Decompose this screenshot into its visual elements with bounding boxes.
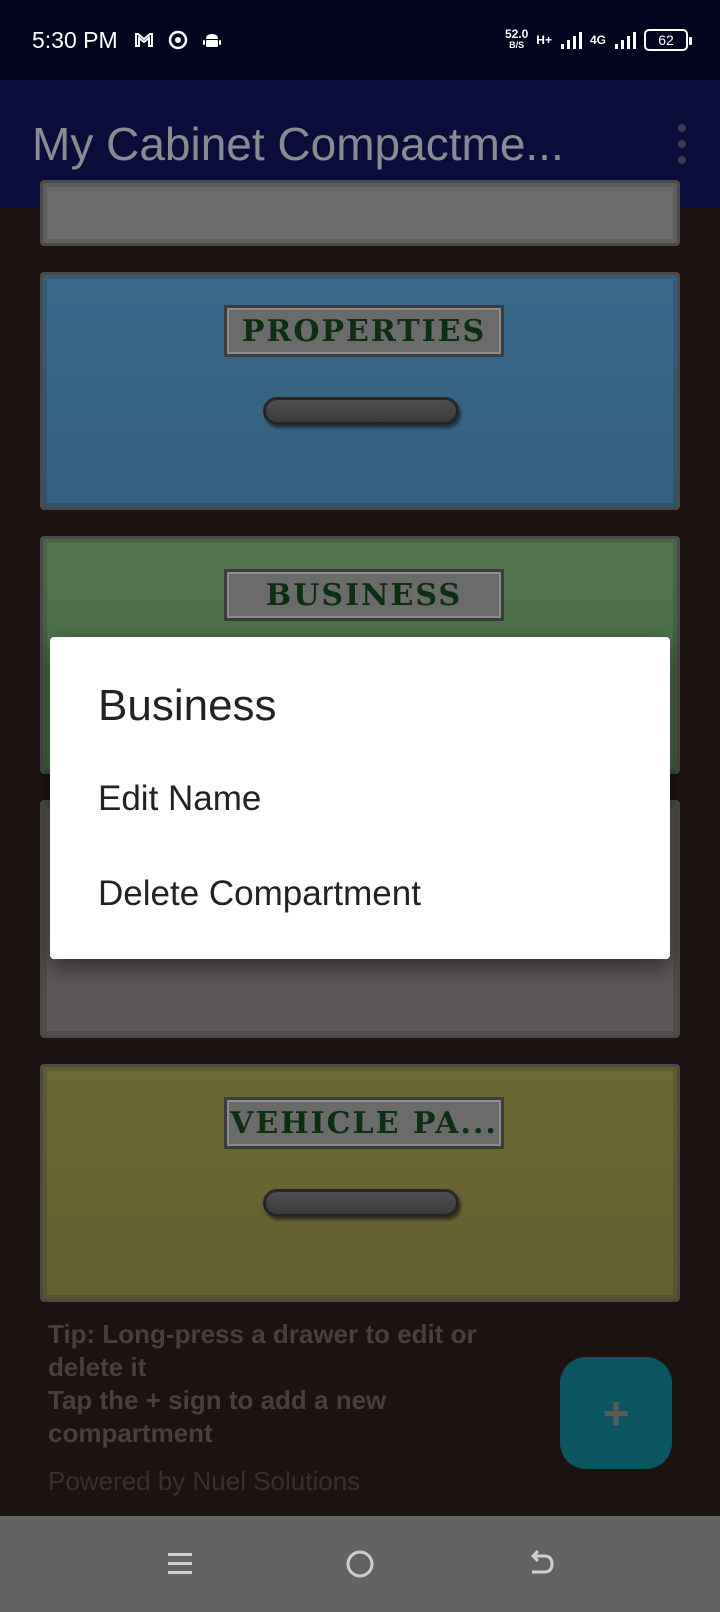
menu-icon[interactable] xyxy=(160,1544,200,1584)
tip-line-1: Tip: Long-press a drawer to edit or dele… xyxy=(48,1319,477,1382)
signal-icon xyxy=(615,32,636,49)
page-title: My Cabinet Compactme... xyxy=(32,118,564,170)
drawer-item[interactable]: PROPERTIES xyxy=(40,272,680,510)
drawer-handle xyxy=(263,1189,459,1217)
signal-icon xyxy=(560,32,582,49)
more-options-icon[interactable] xyxy=(674,124,690,164)
drawer-label: VEHICLE PA... xyxy=(224,1097,504,1149)
delete-compartment-option[interactable]: Delete Compartment xyxy=(98,874,421,914)
drawer-handle xyxy=(263,397,459,425)
battery-icon: 62 xyxy=(644,29,692,51)
android-icon xyxy=(202,34,221,47)
home-icon[interactable] xyxy=(340,1544,380,1584)
edit-name-option[interactable]: Edit Name xyxy=(98,779,261,819)
network-speed-value: 52.0 xyxy=(504,27,529,41)
compartment-options-dialog: Business Edit Name Delete Compartment xyxy=(50,637,670,959)
add-compartment-button[interactable]: + xyxy=(560,1357,672,1469)
chrome-icon xyxy=(168,30,187,50)
gmail-icon xyxy=(134,33,153,47)
status-time: 5:30 PM xyxy=(32,26,118,53)
drawer-label: PROPERTIES xyxy=(224,305,504,357)
dialog-title: Business xyxy=(98,681,277,730)
tip-line-2: Tap the + sign to add a new compartment xyxy=(48,1385,387,1448)
battery-level: 62 xyxy=(658,32,674,48)
signal-type-2: 4G xyxy=(589,33,606,47)
tip-text: Tip: Long-press a drawer to edit or dele… xyxy=(48,1318,508,1450)
drawer-item[interactable]: VEHICLE PA... xyxy=(40,1064,680,1302)
network-speed-unit: B/S xyxy=(509,40,525,50)
status-indicators: 52.0 B/S H+ 4G 62 xyxy=(504,27,692,51)
powered-by-text: Powered by Nuel Solutions xyxy=(48,1466,361,1496)
signal-type-1: H+ xyxy=(536,33,552,47)
drawer-label: BUSINESS xyxy=(224,569,504,621)
plus-icon: + xyxy=(602,1387,630,1439)
network-speed: 52.0 B/S xyxy=(504,27,529,51)
navigation-bar xyxy=(0,1516,720,1612)
back-icon[interactable] xyxy=(520,1544,560,1584)
notification-icons xyxy=(134,30,222,50)
drawer-item[interactable] xyxy=(40,180,680,246)
status-bar: 5:30 PM 52.0 B/S H+ 4G 62 xyxy=(0,0,720,80)
